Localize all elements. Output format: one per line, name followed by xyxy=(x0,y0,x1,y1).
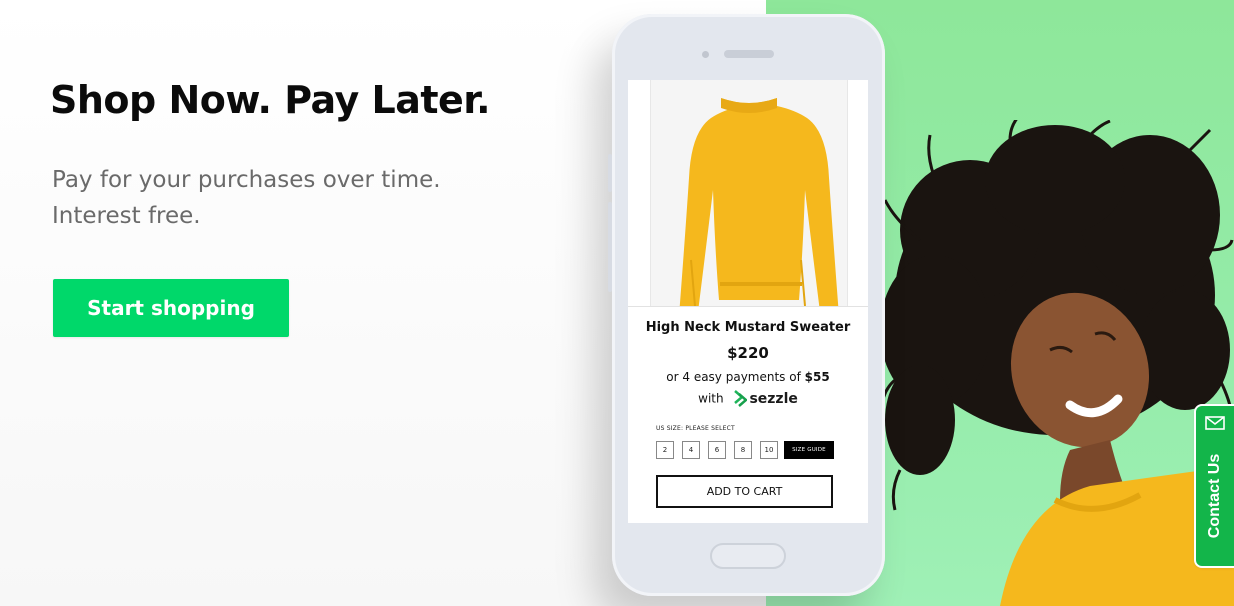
screen-divider xyxy=(628,306,868,307)
installment-prefix: or 4 easy payments of xyxy=(666,370,801,384)
phone-camera xyxy=(702,51,709,58)
size-guide-button[interactable]: SIZE GUIDE xyxy=(784,441,834,459)
hero-subtitle: Pay for your purchases over time. Intere… xyxy=(52,162,512,234)
size-prompt: US SIZE: PLEASE SELECT xyxy=(656,425,735,432)
hero-subtitle-line-1: Pay for your purchases over time. xyxy=(52,167,441,193)
phone-speaker xyxy=(724,50,774,58)
with-label: with xyxy=(698,391,724,406)
product-name: High Neck Mustard Sweater xyxy=(645,320,851,335)
phone-side-button xyxy=(608,154,612,192)
product-price: $220 xyxy=(727,344,769,362)
add-to-cart-button[interactable]: ADD TO CART xyxy=(656,475,833,508)
phone-screen: High Neck Mustard Sweater $220 or 4 easy… xyxy=(628,80,868,523)
hero-title: Shop Now. Pay Later. xyxy=(50,78,491,122)
contact-us-tab[interactable]: Contact Us xyxy=(1196,406,1234,566)
hero-subtitle-line-2: Interest free. xyxy=(52,203,201,229)
sezzle-wordmark: sezzle xyxy=(749,391,798,407)
size-options: 2 4 6 8 10 xyxy=(656,441,786,459)
contact-us-label: Contact Us xyxy=(1206,453,1223,539)
phone-mockup: High Neck Mustard Sweater $220 or 4 easy… xyxy=(608,14,885,596)
envelope-icon xyxy=(1205,416,1225,430)
phone-home-button xyxy=(710,543,786,569)
size-option[interactable]: 10 xyxy=(760,441,778,459)
sezzle-line: with sezzle xyxy=(628,390,868,408)
size-option[interactable]: 2 xyxy=(656,441,674,459)
start-shopping-button[interactable]: Start shopping xyxy=(53,279,289,337)
sezzle-logo: sezzle xyxy=(731,390,798,408)
installment-amount: $55 xyxy=(804,370,830,384)
size-option[interactable]: 8 xyxy=(734,441,752,459)
sezzle-logo-icon xyxy=(734,390,748,407)
size-option[interactable]: 6 xyxy=(708,441,726,459)
product-image xyxy=(650,80,848,306)
size-option[interactable]: 4 xyxy=(682,441,700,459)
phone-side-button xyxy=(608,202,612,292)
installment-text: or 4 easy payments of $55 xyxy=(628,370,868,384)
model-photo xyxy=(880,120,1234,606)
sweater-image xyxy=(679,98,839,306)
